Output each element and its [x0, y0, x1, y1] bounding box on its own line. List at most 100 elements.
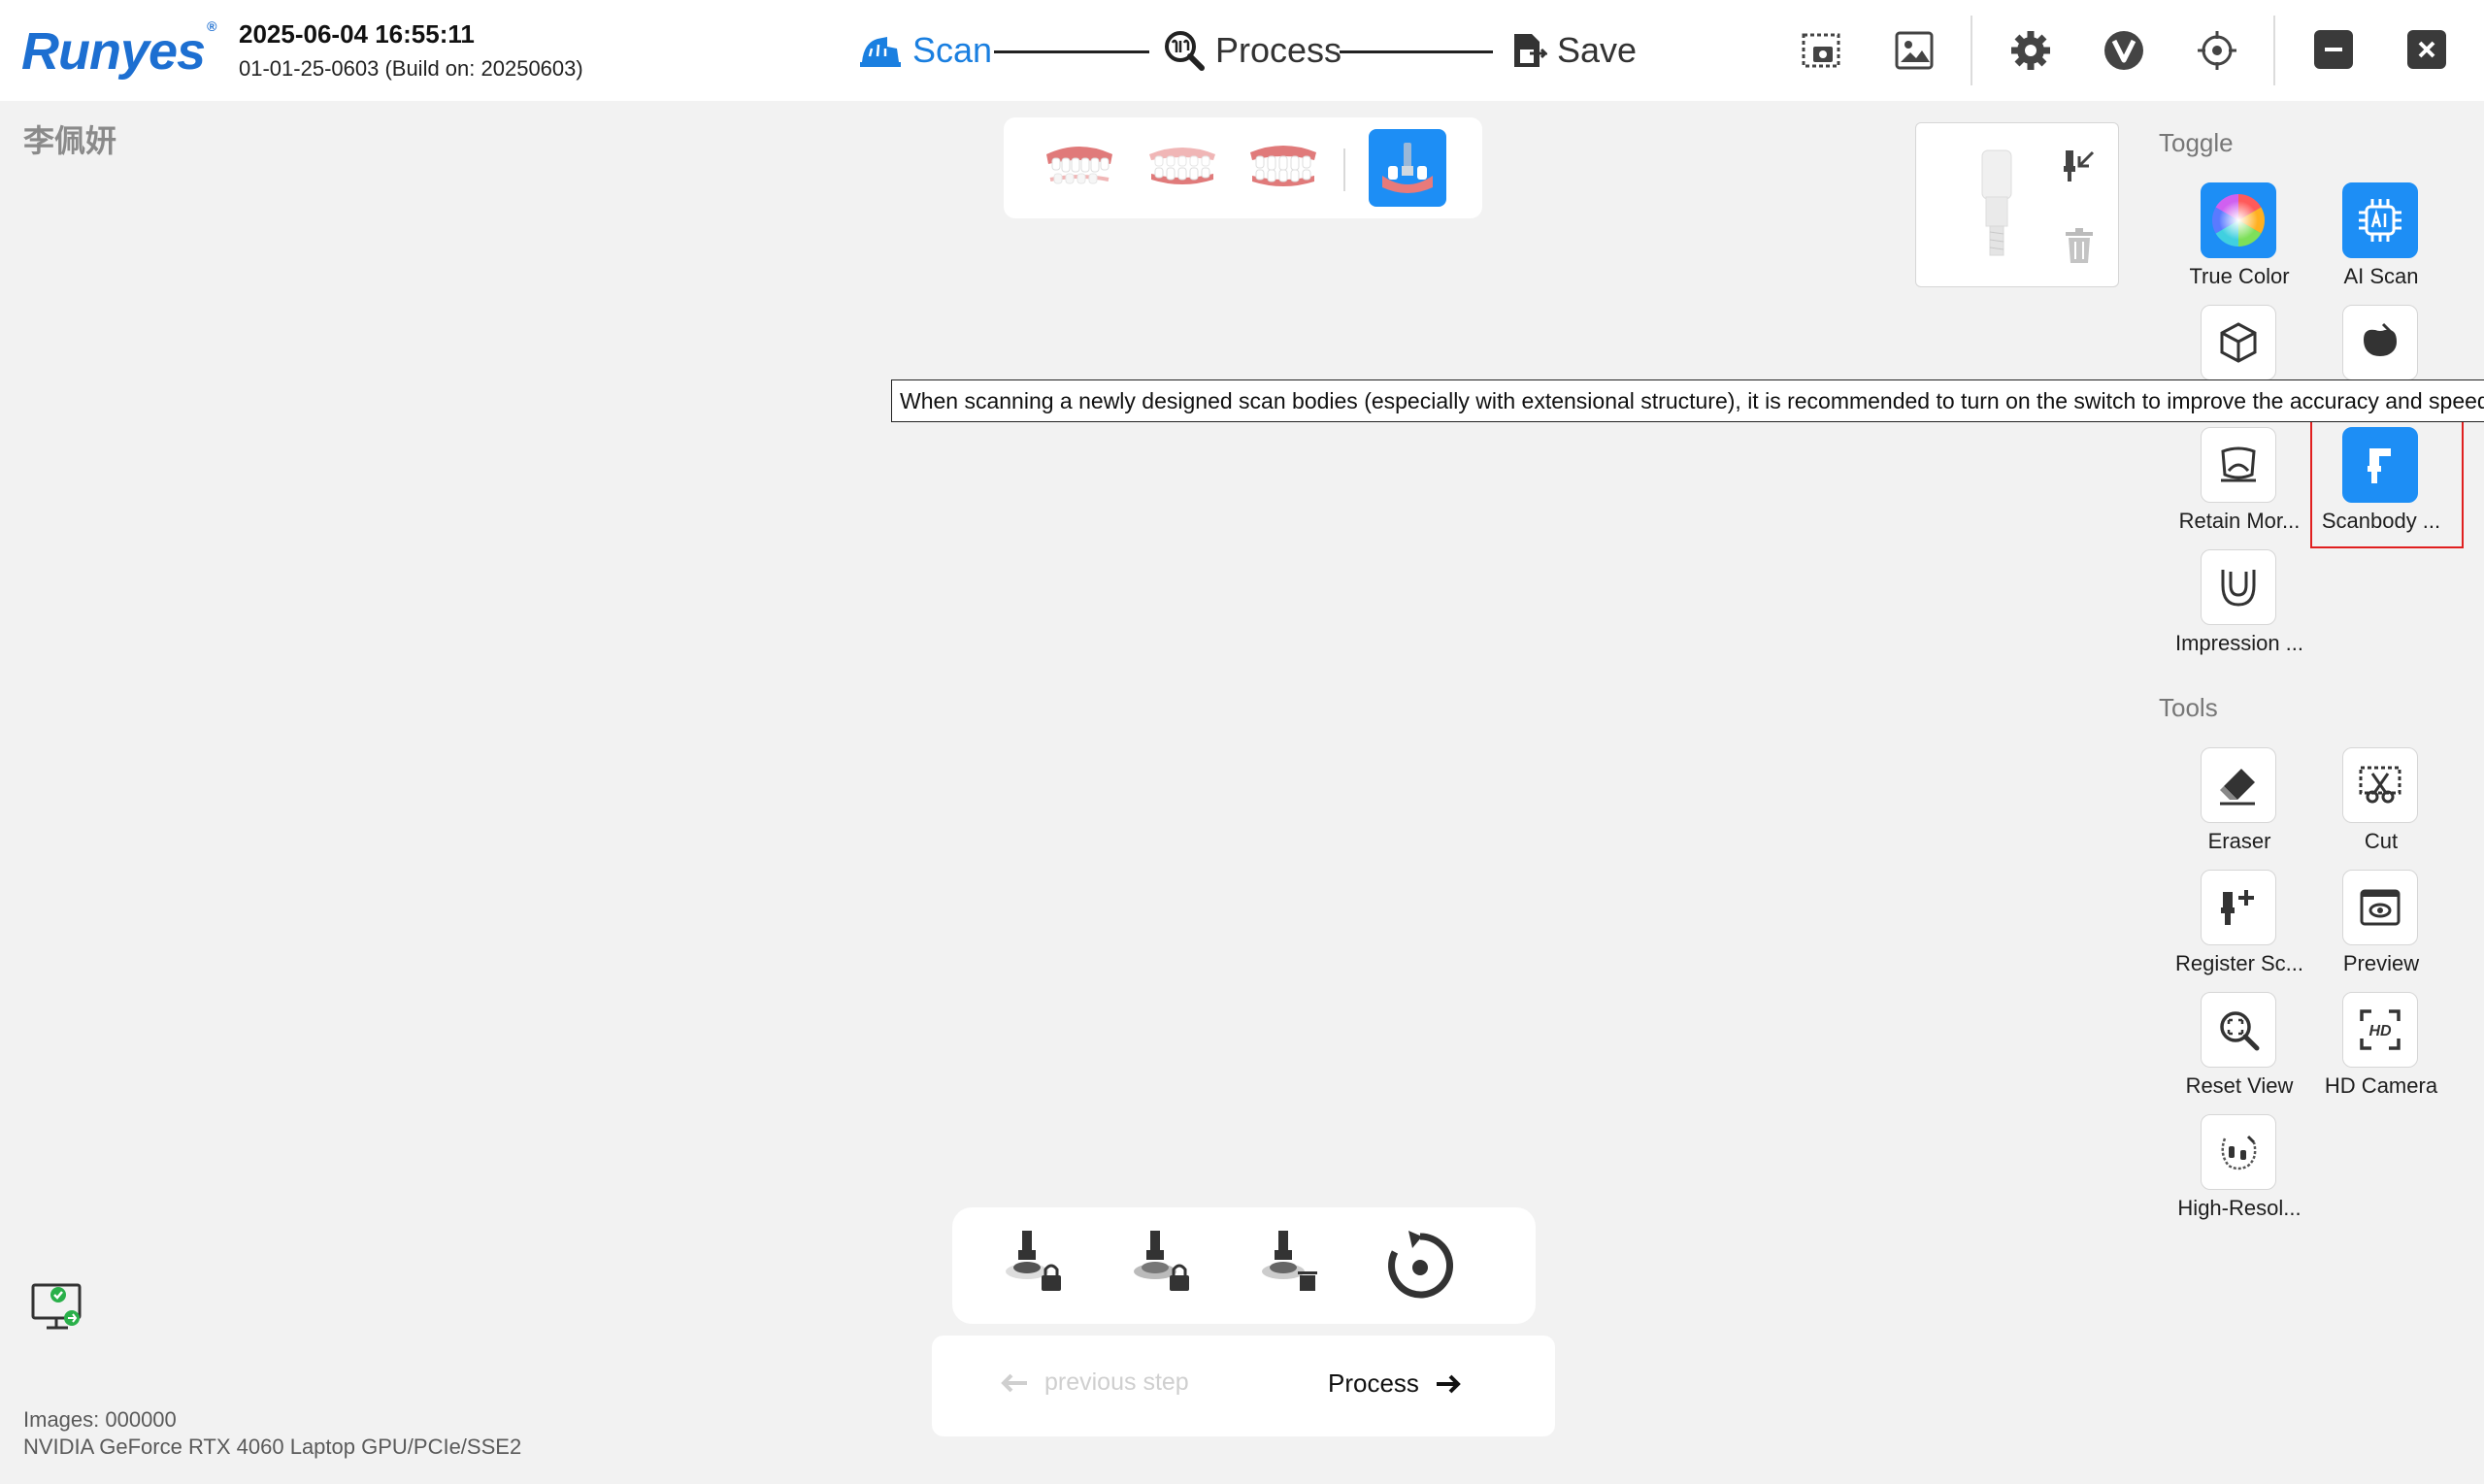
hd-camera-label: HD Camera	[2324, 1073, 2438, 1098]
tool-register-scanbody[interactable]: Register Sc...	[2171, 870, 2307, 982]
previous-step-button[interactable]: previous step	[1000, 1369, 1189, 1397]
tool-preview[interactable]: Preview	[2313, 870, 2449, 982]
hd-camera-button[interactable]: HD	[2342, 992, 2418, 1068]
eraser-label: Eraser	[2207, 829, 2271, 853]
rotate-reset-icon	[1388, 1231, 1453, 1299]
step-connector	[994, 50, 1149, 53]
lower-jaw-button[interactable]	[1246, 135, 1320, 199]
step-scan[interactable]: Scan	[858, 23, 992, 78]
screenshot-button[interactable]	[1796, 25, 1846, 76]
impression-icon	[2221, 570, 2256, 607]
reset-view-icon	[2220, 1011, 2260, 1051]
cut-button[interactable]	[2342, 747, 2418, 823]
jaw-selector	[1004, 117, 1482, 218]
step-process-label: Process	[1215, 30, 1342, 70]
target-icon	[2198, 31, 2236, 70]
lock-scan-2-button[interactable]	[1123, 1225, 1205, 1306]
svg-text:HD: HD	[2368, 1023, 2392, 1039]
eraser-icon	[2220, 769, 2255, 806]
eraser-button[interactable]	[2201, 747, 2276, 823]
impression-label: Impression ...	[2174, 631, 2304, 655]
top-bar: Runyes ® 2025-06-04 16:55:11 01-01-25-060…	[0, 0, 2484, 101]
current-datetime: 2025-06-04 16:55:11	[239, 19, 475, 49]
step-save[interactable]: Save	[1507, 23, 1637, 78]
tool-high-resolution[interactable]: High-Resol...	[2171, 1114, 2307, 1227]
scanner-lock-icon	[1006, 1231, 1061, 1291]
preview-button[interactable]	[2342, 870, 2418, 945]
upper-jaw-icon	[1046, 147, 1112, 184]
settings-icon	[2011, 31, 2050, 70]
scanner-delete-icon	[1262, 1231, 1317, 1291]
step-scan-label: Scan	[912, 30, 993, 70]
retain-toggle-button[interactable]	[2201, 427, 2276, 503]
arrow-left-icon	[1001, 1373, 1027, 1392]
build-info: 01-01-25-0603 (Build on: 20250603)	[239, 56, 583, 81]
preview-label: Preview	[2342, 951, 2420, 975]
gallery-icon	[1895, 31, 1934, 70]
ai-scan-label: AI Scan	[2343, 264, 2419, 288]
vendor-button[interactable]	[2099, 25, 2149, 76]
close-icon	[2418, 41, 2435, 58]
process-icon	[1165, 31, 1205, 71]
ai-scan-toggle-button[interactable]	[2342, 182, 2418, 258]
tooth-icon	[2364, 322, 2397, 356]
preview-icon	[2360, 889, 2401, 926]
register-scanbody-label: Register Sc...	[2174, 951, 2304, 975]
next-step-label: Process	[1328, 1369, 1419, 1398]
high-resolution-button[interactable]	[2201, 1114, 2276, 1190]
step-process[interactable]: Process	[1161, 23, 1341, 78]
cut-label: Cut	[2364, 829, 2399, 853]
scanbody-swap-icon	[2064, 150, 2095, 181]
implant-scanbody-button[interactable]	[1369, 129, 1446, 207]
hd-camera-icon: HD	[2360, 1009, 2401, 1050]
register-scanbody-icon	[2221, 890, 2254, 925]
close-button[interactable]	[2407, 30, 2446, 69]
replace-scanbody-button[interactable]	[2058, 145, 2101, 187]
delete-locked-button[interactable]	[1251, 1225, 1333, 1306]
step-save-label: Save	[1557, 30, 1638, 70]
true-color-toggle-button[interactable]	[2201, 182, 2276, 258]
reset-rotation-button[interactable]	[1379, 1225, 1461, 1306]
v-logo-icon	[2104, 31, 2143, 70]
tool-eraser[interactable]: Eraser	[2171, 747, 2307, 860]
calibrate-button[interactable]	[2192, 25, 2242, 76]
toolbar-divider	[1971, 16, 1972, 85]
upper-jaw-button[interactable]	[1043, 135, 1116, 199]
retain-icon	[2221, 446, 2256, 482]
save-icon	[1514, 34, 1547, 67]
impression-toggle-button[interactable]	[2201, 549, 2276, 625]
scan-lock-panel	[952, 1207, 1536, 1324]
device-connected-button[interactable]	[29, 1279, 87, 1337]
tool-hd-camera[interactable]: HD HD Camera	[2313, 992, 2449, 1105]
minimize-button[interactable]	[2314, 30, 2353, 69]
toggle-retain-morphology[interactable]: Retain Mor...	[2171, 427, 2307, 540]
screenshot-icon	[1802, 33, 1840, 68]
scan-icon	[860, 37, 901, 67]
cube-toggle-button[interactable]	[2201, 305, 2276, 380]
images-count: Images: 000000	[23, 1407, 177, 1432]
next-step-button[interactable]: Process	[1328, 1369, 1464, 1399]
tool-cut[interactable]: Cut	[2313, 747, 2449, 860]
delete-scanbody-button[interactable]	[2058, 224, 2101, 267]
minimize-icon	[2325, 48, 2342, 51]
previous-step-label: previous step	[1044, 1369, 1189, 1396]
high-resolution-icon	[2221, 1135, 2257, 1171]
lower-jaw-icon	[1250, 146, 1316, 186]
runyes-logo: Runyes ®	[21, 18, 216, 81]
register-scanbody-button[interactable]	[2201, 870, 2276, 945]
scanbody-highlight-frame	[2310, 418, 2464, 548]
scanbody-model-icon	[1981, 149, 2012, 256]
toggle-ai-scan[interactable]: AI Scan	[2313, 182, 2449, 295]
cube-icon	[2220, 322, 2257, 363]
gallery-button[interactable]	[1889, 25, 1939, 76]
step-navigation: previous step Process	[932, 1336, 1555, 1436]
tooth-toggle-button[interactable]	[2342, 305, 2418, 380]
reset-view-button[interactable]	[2201, 992, 2276, 1068]
both-jaws-button[interactable]	[1145, 135, 1219, 199]
toggle-impression[interactable]: Impression ...	[2171, 549, 2307, 662]
tool-reset-view[interactable]: Reset View	[2171, 992, 2307, 1105]
settings-button[interactable]	[2005, 25, 2056, 76]
ai-chip-icon	[2359, 199, 2401, 242]
lock-scan-1-button[interactable]	[995, 1225, 1076, 1306]
toggle-true-color[interactable]: True Color	[2171, 182, 2307, 295]
